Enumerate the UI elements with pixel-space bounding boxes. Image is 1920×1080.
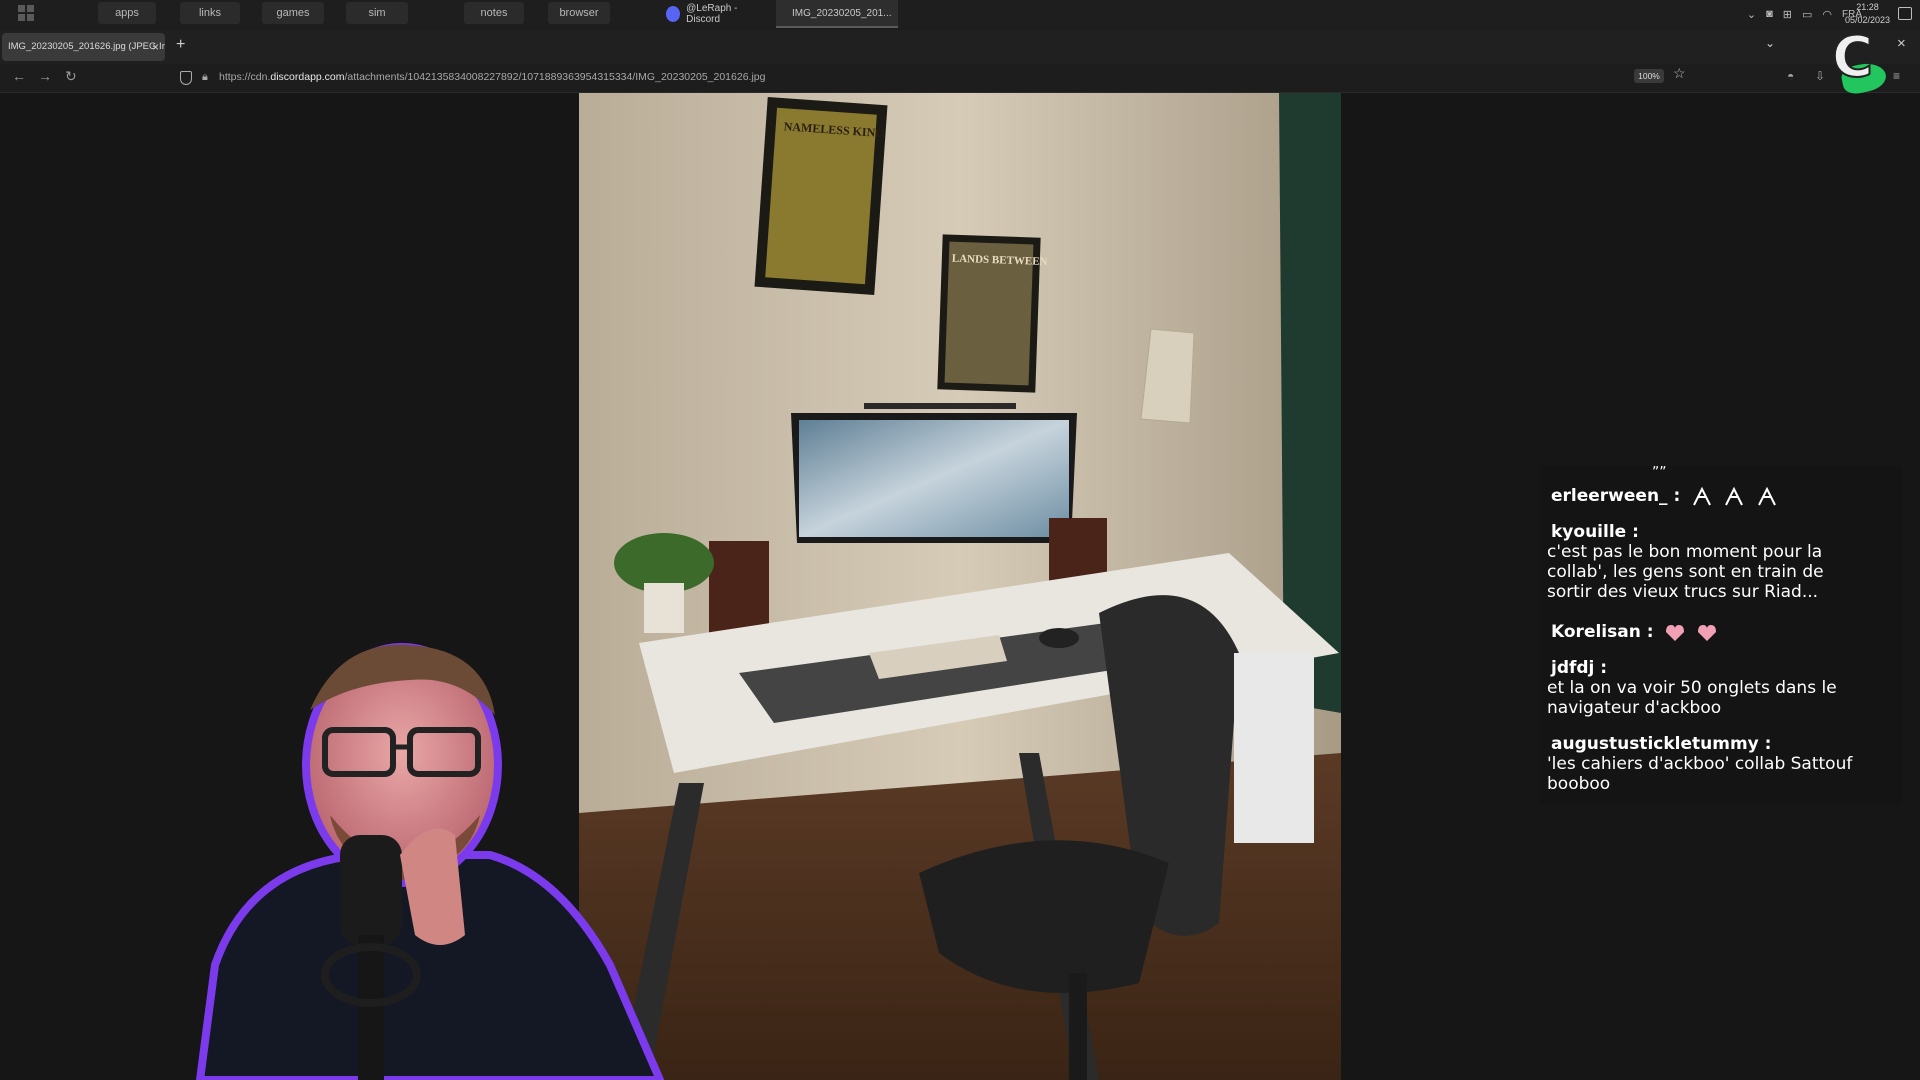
- discord-icon: [666, 6, 681, 22]
- taskbar-app-label: @LeRaph - Discord: [686, 3, 738, 25]
- photo-illustration: NAMELESS KING LANDS BETWEEN: [579, 93, 1341, 1080]
- back-arrow-icon[interactable]: ←: [12, 68, 26, 84]
- tab-strip: IMG_20230205_201626.jpg (JPEG Image × + …: [0, 30, 1920, 64]
- chat-separator: :: [1758, 734, 1772, 754]
- webcam-feed: [195, 643, 665, 1080]
- shield-icon[interactable]: [180, 71, 192, 85]
- taskbar-app-label: IMG_20230205_201...: [792, 7, 892, 19]
- chat-separator: :: [1594, 658, 1608, 678]
- network-icon[interactable]: ⊞: [1783, 8, 1792, 21]
- taskbar: apps links games sim notes browser @LeRa…: [0, 0, 1920, 30]
- emote-icon: [1725, 486, 1744, 506]
- chat-separator: :: [1626, 522, 1639, 542]
- chat-text: et la on va voir 50 onglets dans le navi…: [1547, 678, 1837, 718]
- forward-arrow-icon[interactable]: →: [38, 68, 52, 84]
- chat-message: augustustickletummy : 'les cahiers d'ack…: [1540, 734, 1902, 794]
- chat-text: c'est pas le bon moment pour la collab',…: [1547, 542, 1824, 602]
- taskbar-button-apps[interactable]: apps: [98, 2, 156, 24]
- url-path: /attachments/1042135834008227892/1071889…: [344, 71, 766, 83]
- emote-icon: [1692, 486, 1711, 506]
- logo-letter-icon: C: [1831, 25, 1874, 90]
- webcam-overlay: [190, 635, 680, 1080]
- chat-username: erleerween_: [1551, 486, 1668, 506]
- chat-message: jdfdj : et la on va voir 50 onglets dans…: [1540, 658, 1902, 718]
- wifi-icon[interactable]: ◠: [1822, 8, 1832, 21]
- chat-separator: :: [1640, 622, 1654, 642]
- heart-hands-emote-icon: [1666, 624, 1684, 641]
- chat-username: augustustickletummy: [1551, 734, 1759, 754]
- lock-icon[interactable]: 🔒︎: [202, 71, 208, 84]
- chat-text: 'les cahiers d'ackboo' collab Sattouf bo…: [1547, 754, 1853, 794]
- chat-fragment-text: „„: [1652, 456, 1667, 472]
- close-icon[interactable]: ×: [152, 33, 159, 61]
- window-close-icon[interactable]: ×: [1897, 35, 1906, 52]
- chat-message: Korelisan :: [1540, 622, 1902, 643]
- chat-overlay: „„ erleerween_ : kyouille : c'est pas le…: [1540, 456, 1902, 804]
- navigation-bar: ← → ↻ 🔒︎ https://cdn.discordapp.com/atta…: [0, 64, 1920, 93]
- url-text[interactable]: https://cdn.discordapp.com/attachments/1…: [219, 71, 765, 83]
- chat-username: Korelisan: [1551, 622, 1641, 642]
- taskbar-app-firefox[interactable]: IMG_20230205_201...: [776, 0, 898, 28]
- url-domain: discordapp.com: [270, 71, 345, 83]
- tab-image[interactable]: IMG_20230205_201626.jpg (JPEG Image ×: [2, 33, 165, 61]
- downloads-icon[interactable]: ⇩: [1815, 69, 1825, 83]
- notification-icon[interactable]: [1898, 7, 1912, 20]
- desk-setup-photo[interactable]: NAMELESS KING LANDS BETWEEN: [579, 93, 1341, 1080]
- list-tabs-chevron-icon[interactable]: ⌄: [1765, 36, 1775, 50]
- taskbar-button-links[interactable]: links: [180, 2, 240, 24]
- start-grid-icon[interactable]: [18, 5, 34, 21]
- bookmark-star-icon[interactable]: ☆: [1673, 65, 1686, 82]
- chevron-down-icon[interactable]: ⌄: [1747, 8, 1756, 21]
- url-bar[interactable]: 🔒︎ https://cdn.discordapp.com/attachment…: [172, 67, 1702, 89]
- zoom-level[interactable]: 100%: [1634, 69, 1664, 83]
- tab-title: IMG_20230205_201626.jpg (JPEG Image: [8, 41, 165, 52]
- menu-hamburger-icon[interactable]: ≡: [1893, 69, 1900, 83]
- new-tab-button[interactable]: +: [176, 36, 185, 54]
- taskbar-button-games[interactable]: games: [262, 2, 324, 24]
- chat-message: erleerween_ :: [1540, 486, 1902, 507]
- taskbar-button-sim[interactable]: sim: [346, 2, 408, 24]
- gamepad-icon[interactable]: ◙: [1766, 8, 1773, 20]
- url-prefix: https://cdn.: [219, 71, 271, 83]
- extension-icon[interactable]: ◓: [1787, 69, 1794, 83]
- emote-icon: [1757, 486, 1776, 506]
- taskbar-app-discord[interactable]: @LeRaph - Discord: [656, 0, 774, 28]
- monitor-icon[interactable]: ▭: [1802, 8, 1812, 21]
- clock[interactable]: 21:28 05/02/2023: [1845, 1, 1890, 27]
- taskbar-button-notes[interactable]: notes: [464, 2, 524, 24]
- chat-separator: :: [1667, 486, 1681, 506]
- taskbar-button-browser[interactable]: browser: [548, 2, 610, 24]
- channel-logo: C: [1828, 25, 1889, 97]
- chat-username: jdfdj: [1551, 658, 1595, 678]
- clock-time: 21:28: [1856, 2, 1879, 12]
- reload-icon[interactable]: ↻: [65, 68, 77, 85]
- chat-username: kyouille: [1551, 522, 1627, 542]
- chat-message: kyouille : c'est pas le bon moment pour …: [1540, 522, 1902, 602]
- heart-hands-emote-icon: [1698, 624, 1717, 641]
